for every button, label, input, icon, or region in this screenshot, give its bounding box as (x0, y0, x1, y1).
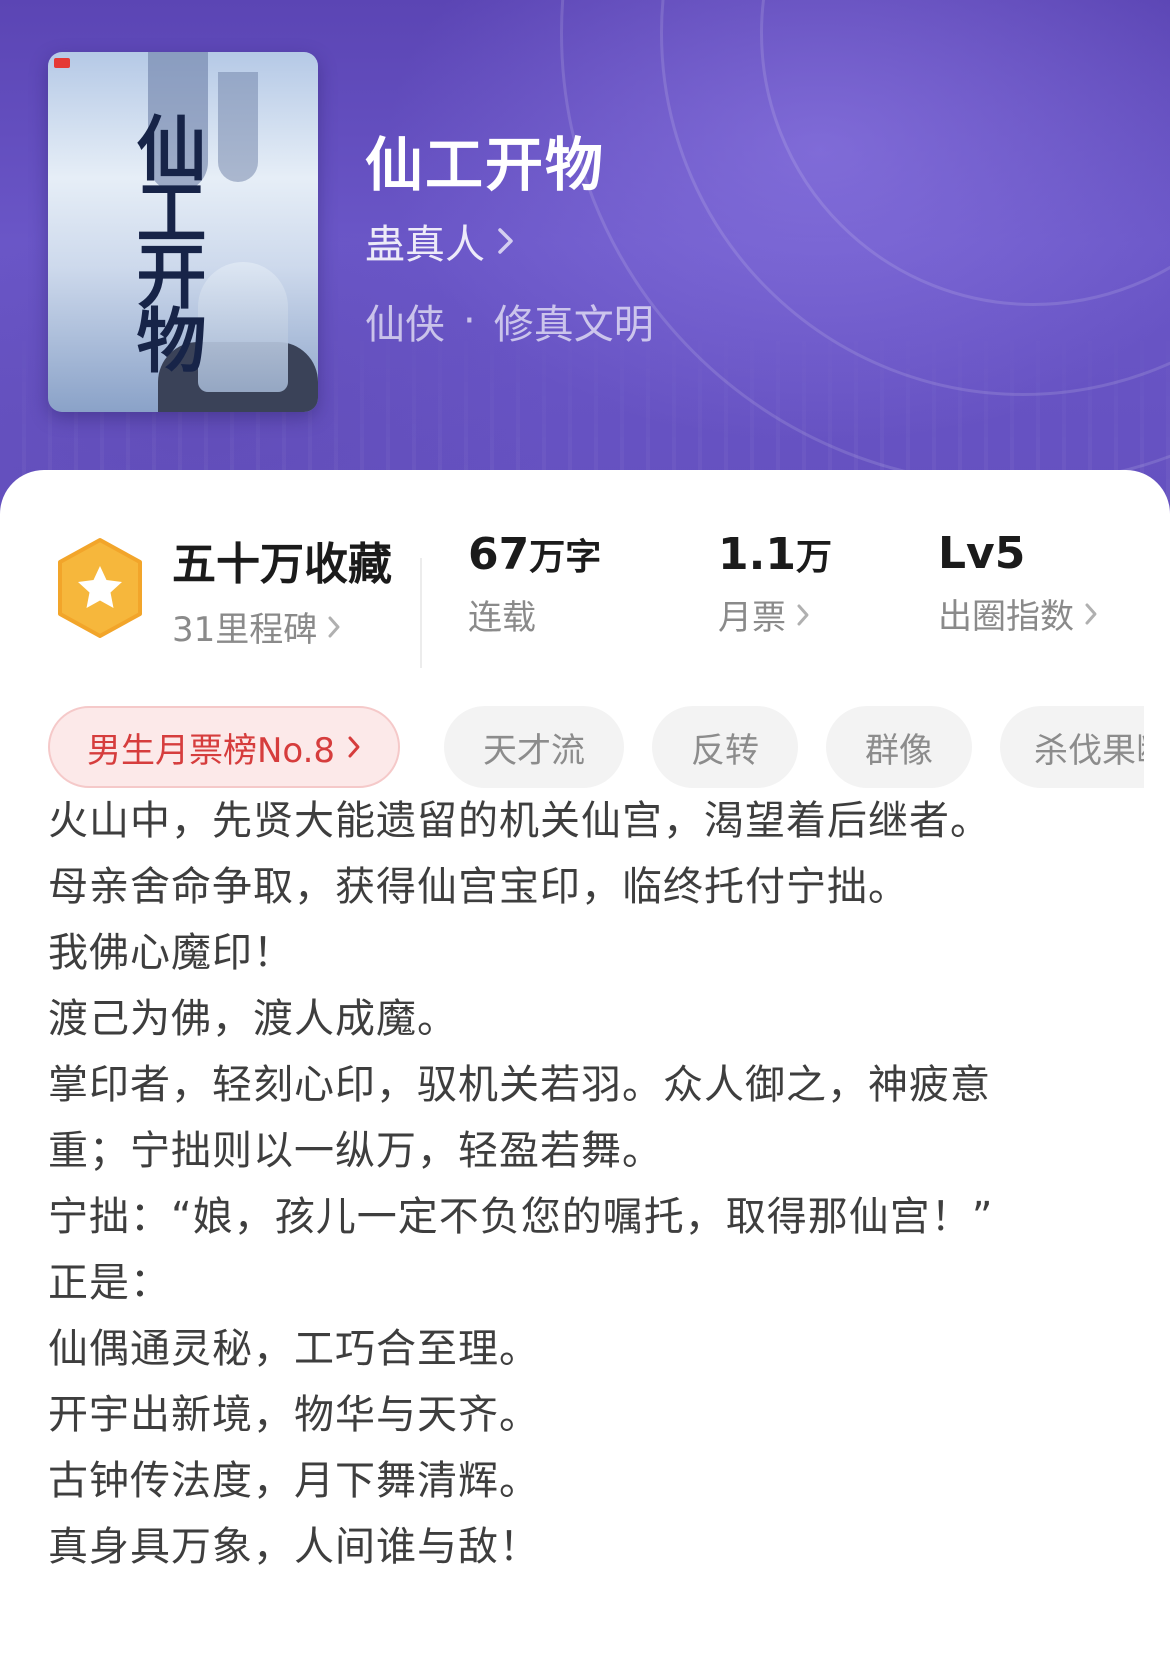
tag-chip[interactable]: 群像 (826, 706, 972, 788)
milestone-label: 31里程碑 (172, 610, 318, 650)
genre-label[interactable]: 仙侠 (365, 292, 445, 350)
separator-dot: · (463, 298, 476, 344)
description-line: 掌印者，轻刻心印，驭机关若羽。众人御之，神疲意 (48, 1062, 991, 1108)
chevron-right-icon (796, 603, 810, 627)
description-line: 母亲舍命争取，获得仙宫宝印，临终托付宁拙。 (48, 864, 909, 910)
description-line: 古钟传法度，月下舞清辉。 (48, 1458, 540, 1504)
description-line: 开宇出新境，物华与天齐。 (48, 1392, 540, 1438)
author-name: 蛊真人 (365, 222, 485, 268)
chevron-right-icon (347, 735, 361, 759)
description-line: 渡己为佛，渡人成魔。 (48, 996, 458, 1042)
tag-chip-label: 天才流 (483, 730, 585, 771)
ticket-count-unit: 万 (795, 537, 832, 578)
word-count-unit: 万字 (529, 537, 602, 578)
chevron-right-icon (1084, 602, 1098, 626)
cover-title-art: 仙工开物 (125, 112, 208, 368)
description-line: 我佛心魔印！ (48, 930, 294, 976)
stat-words: 67万字 连载 (468, 528, 601, 639)
cover-figure (198, 262, 288, 392)
popularity-level: Lv5 (938, 528, 1026, 579)
monthly-ticket-label: 月票 (718, 598, 786, 638)
rank-tag-label: 男生月票榜No.8 (86, 730, 336, 771)
stat-monthly-tickets[interactable]: 1.1万 月票 (718, 528, 832, 639)
collect-count: 五十万收藏 (172, 539, 392, 590)
chevron-right-icon (327, 615, 341, 639)
tag-chip[interactable]: 反转 (652, 706, 798, 788)
tag-chip[interactable]: 天才流 (444, 706, 624, 788)
description-line: 正是： (48, 1260, 171, 1306)
description-line: 火山中，先贤大能遗留的机关仙宫，渴望着后继者。 (48, 798, 991, 844)
description-line: 重；宁拙则以一纵万，轻盈若舞。 (48, 1128, 663, 1174)
subgenre-label[interactable]: 修真文明 (494, 292, 654, 350)
tag-chip-label: 杀伐果断 (1034, 730, 1144, 771)
ticket-count: 1.1 (718, 529, 796, 580)
book-header: 仙工开物 仙工开物 蛊真人 仙侠 · 修真文明 (0, 0, 1170, 540)
stats-divider (420, 558, 422, 668)
description-line: 真身具万象，人间谁与敌！ (48, 1524, 540, 1570)
word-count: 67 (468, 529, 530, 580)
book-info-card: 五十万收藏 31里程碑 67万字 连载 1.1万 月票 Lv5 出圈指数 男生月… (0, 470, 1170, 1658)
description-line: 仙偶通灵秘，工巧合至理。 (48, 1326, 540, 1372)
book-title: 仙工开物 (365, 131, 606, 199)
book-cover[interactable]: 仙工开物 (48, 52, 318, 412)
author-link[interactable]: 蛊真人 (365, 212, 515, 270)
rank-tag[interactable]: 男生月票榜No.8 (48, 706, 400, 788)
tag-chip-label: 反转 (691, 730, 759, 771)
popularity-index-label: 出圈指数 (938, 597, 1074, 637)
publisher-badge (54, 58, 70, 68)
book-description: 火山中，先贤大能遗留的机关仙宫，渴望着后继者。 母亲舍命争取，获得仙宫宝印，临终… (48, 788, 1138, 1580)
stat-collect[interactable]: 五十万收藏 31里程碑 (172, 528, 392, 651)
tag-list: 男生月票榜No.8 天才流 反转 群像 杀伐果断 (48, 706, 1144, 790)
tag-chip[interactable]: 杀伐果断 (1000, 706, 1144, 788)
chevron-right-icon (497, 227, 515, 255)
stats-row: 五十万收藏 31里程碑 67万字 连载 1.1万 月票 Lv5 出圈指数 (0, 528, 1170, 668)
tag-chip-label: 群像 (865, 730, 933, 771)
star-medal-icon (58, 538, 142, 638)
cover-mountain (218, 72, 258, 182)
stat-popularity[interactable]: Lv5 出圈指数 (938, 528, 1098, 638)
serial-status: 连载 (468, 598, 536, 638)
description-line: 宁拙：“娘，孩儿一定不负您的嘱托，取得那仙宫！” (48, 1194, 994, 1240)
genre-line: 仙侠 · 修真文明 (365, 292, 654, 350)
